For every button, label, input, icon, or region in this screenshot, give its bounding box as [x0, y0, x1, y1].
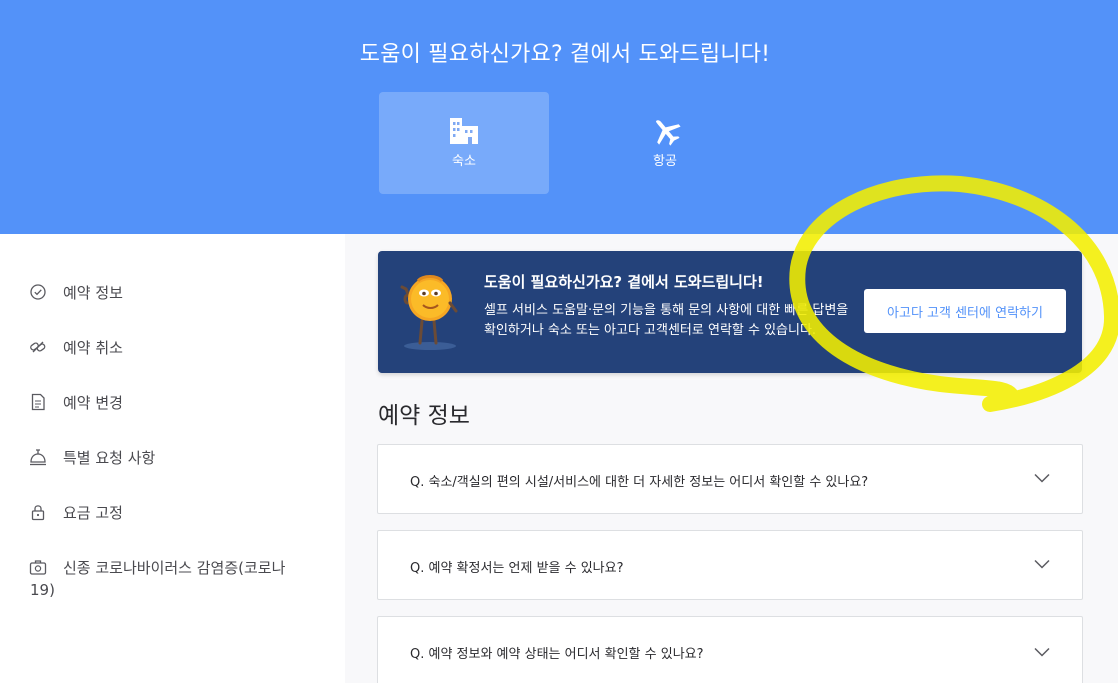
- sidebar-item-label-continued: 19): [30, 581, 55, 599]
- faq-question: Q. 숙소/객실의 편의 시설/서비스에 대한 더 자세한 정보는 어디서 확인…: [410, 475, 869, 490]
- airplane-icon: [656, 120, 681, 146]
- mascot-icon: [400, 275, 458, 350]
- faq-question: Q. 예약 확정서는 언제 받을 수 있나요?: [410, 561, 624, 576]
- tab-accommodation[interactable]: 숙소: [379, 92, 549, 194]
- chevron-down-icon: [1034, 473, 1050, 483]
- sidebar-item-label: 요금 고정: [63, 504, 123, 522]
- sidebar-item-label: 예약 취소: [63, 339, 123, 357]
- cancel-link-icon: [30, 341, 46, 353]
- help-banner: 도움이 필요하신가요? 곁에서 도와드립니다! 셀프 서비스 도움말·문의 기능…: [378, 251, 1082, 373]
- chevron-down-icon: [1034, 559, 1050, 569]
- medical-case-icon: [29, 560, 47, 575]
- hero-title: 도움이 필요하신가요? 곁에서 도와드립니다!: [359, 42, 771, 67]
- faq-item[interactable]: Q. 예약 정보와 예약 상태는 어디서 확인할 수 있나요?: [377, 616, 1083, 683]
- sidebar: [0, 234, 345, 683]
- tab-flights[interactable]: 항공: [580, 92, 750, 194]
- tab-flights-label: 항공: [653, 154, 677, 169]
- banner-title: 도움이 필요하신가요? 곁에서 도와드립니다!: [484, 273, 764, 291]
- faq-item[interactable]: Q. 숙소/객실의 편의 시설/서비스에 대한 더 자세한 정보는 어디서 확인…: [377, 444, 1083, 514]
- chevron-down-icon: [1034, 647, 1050, 657]
- tab-accommodation-label: 숙소: [452, 154, 476, 169]
- section-title: 예약 정보: [378, 403, 470, 429]
- faq-item[interactable]: Q. 예약 확정서는 언제 받을 수 있나요?: [377, 530, 1083, 600]
- help-hero: 도움이 필요하신가요? 곁에서 도와드립니다! 숙소 항공: [0, 0, 1118, 234]
- faq-question: Q. 예약 정보와 예약 상태는 어디서 확인할 수 있나요?: [410, 647, 704, 662]
- banner-body: 셀프 서비스 도움말·문의 기능을 통해 문의 사항에 대한 빠른 답변을 확인…: [484, 303, 849, 338]
- check-circle-icon: [30, 284, 46, 300]
- sidebar-item-label: 예약 변경: [63, 394, 123, 412]
- bell-service-icon: [30, 449, 46, 466]
- contact-support-button[interactable]: 아고다 고객 센터에 연락하기: [864, 289, 1066, 333]
- sidebar-item-label: 예약 정보: [63, 284, 123, 302]
- sidebar-item-label: 신종 코로나바이러스 감염증(코로나: [63, 559, 286, 577]
- hotel-icon: [450, 118, 478, 144]
- document-icon: [31, 393, 45, 411]
- sidebar-item-label: 특별 요청 사항: [63, 449, 156, 467]
- lock-icon: [31, 505, 45, 521]
